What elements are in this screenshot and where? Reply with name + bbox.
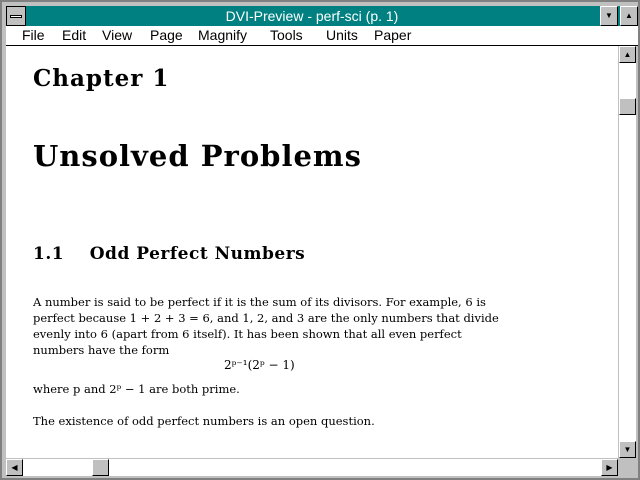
menu-units[interactable]: Units [326, 27, 358, 44]
chapter-title: Unsolved Problems [33, 139, 362, 173]
scrollbar-corner [619, 459, 636, 476]
menu-bar: File Edit View Page Magnify Tools Units … [6, 26, 638, 46]
system-menu-icon[interactable] [6, 6, 26, 26]
vertical-scroll-thumb[interactable] [619, 98, 636, 115]
vertical-scrollbar[interactable]: ▲ ▼ [619, 46, 636, 458]
menu-view[interactable]: View [102, 27, 132, 44]
menu-edit[interactable]: Edit [62, 27, 86, 44]
paragraph-line: where p and 2ᵖ − 1 are both prime. [33, 382, 240, 396]
menu-paper[interactable]: Paper [374, 27, 411, 44]
chapter-heading: Chapter 1 [33, 65, 170, 92]
scroll-left-arrow-icon[interactable]: ◀ [6, 459, 23, 476]
menu-file[interactable]: File [22, 27, 45, 44]
paragraph-line: The existence of odd perfect numbers is … [33, 414, 375, 428]
menu-page[interactable]: Page [150, 27, 183, 44]
menu-tools[interactable]: Tools [270, 27, 303, 44]
paragraph-line: evenly into 6 (apart from 6 itself). It … [33, 327, 462, 341]
minimize-icon[interactable]: ▼ [600, 6, 618, 26]
window-title: DVI-Preview - perf-sci (p. 1) [225, 8, 399, 24]
scroll-down-arrow-icon[interactable]: ▼ [619, 441, 636, 458]
scroll-right-arrow-icon[interactable]: ▶ [601, 459, 618, 476]
paragraph-line: A number is said to be perfect if it is … [33, 295, 486, 309]
horizontal-scrollbar[interactable]: ◀ ▶ [6, 459, 618, 476]
paragraph-line: perfect because 1 + 2 + 3 = 6, and 1, 2,… [33, 311, 499, 325]
section-heading: 1.1 Odd Perfect Numbers [33, 244, 306, 264]
dvi-preview-window: DVI-Preview - perf-sci (p. 1) ▼ ▲ File E… [0, 0, 640, 480]
horizontal-scroll-thumb[interactable] [92, 459, 109, 476]
document-view[interactable]: Chapter 1 Unsolved Problems 1.1 Odd Perf… [6, 46, 618, 458]
paragraph-line: numbers have the form [33, 343, 170, 357]
scroll-up-arrow-icon[interactable]: ▲ [619, 46, 636, 63]
formula: 2ᵖ⁻¹(2ᵖ − 1) [224, 358, 295, 372]
title-bar[interactable]: DVI-Preview - perf-sci (p. 1) ▼ ▲ [6, 6, 638, 26]
menu-magnify[interactable]: Magnify [198, 27, 247, 44]
maximize-icon[interactable]: ▲ [620, 6, 638, 26]
